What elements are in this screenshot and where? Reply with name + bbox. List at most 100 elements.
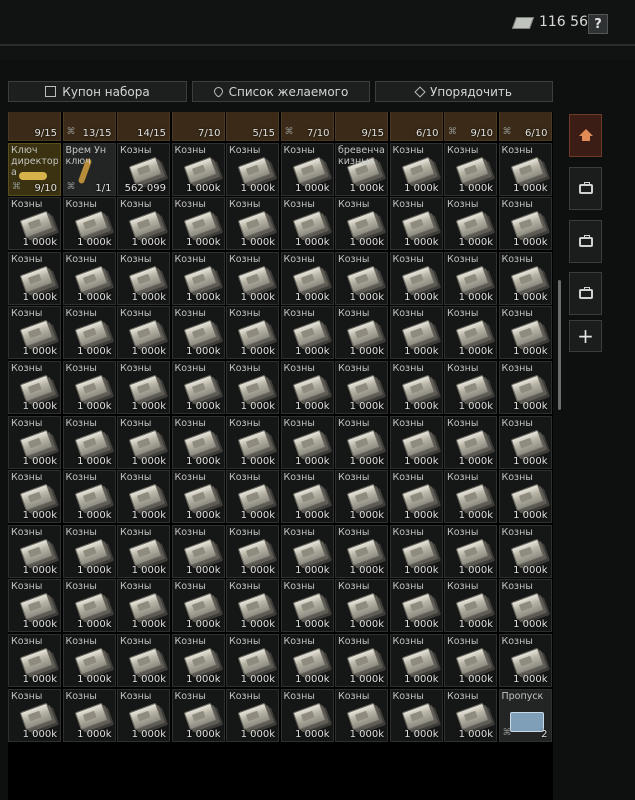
stash-item[interactable]: Козны 1 000k xyxy=(226,306,279,360)
stash-item[interactable]: комната⌘7/10 xyxy=(280,112,334,141)
stash-item[interactable]: 14/15 xyxy=(117,112,170,141)
stash-item[interactable]: Козны 1 000k xyxy=(444,415,497,469)
stash-item[interactable]: Козны 1 000k xyxy=(280,524,334,578)
stash-item[interactable]: Козны 1 000k xyxy=(498,579,552,633)
stash-item[interactable]: Козны 1 000k xyxy=(62,634,116,687)
stash-item[interactable]: Козны 1 000k xyxy=(280,688,334,742)
stash-item[interactable]: Козны 1 000k xyxy=(389,524,443,578)
stash-item[interactable]: Козны 1 000k xyxy=(280,251,334,305)
stash-item[interactable]: Козны 1 000k xyxy=(444,579,497,633)
stash-item[interactable]: Козны 1 000k xyxy=(226,415,279,469)
stash-item[interactable]: Козны 1 000k xyxy=(280,306,334,360)
stash-item[interactable]: Козны 1 000k xyxy=(8,470,61,524)
stash-item[interactable]: Козны 1 000k xyxy=(171,197,225,251)
stash-item[interactable]: Козны 1 000k xyxy=(62,579,116,633)
stash-item[interactable]: тои9/15 xyxy=(335,112,388,141)
stash-item[interactable]: Козны 1 000k xyxy=(226,197,279,251)
stash-item[interactable]: Козны 1 000k xyxy=(389,251,443,305)
stash-item[interactable]: 9/15 xyxy=(8,112,61,141)
stash-item[interactable]: Козны 1 000k xyxy=(389,306,443,360)
stash-item[interactable]: Козны 1 000k xyxy=(280,361,334,414)
stash-item[interactable]: Козны 1 000k xyxy=(8,251,61,305)
stash-item[interactable]: Козны 1 000k xyxy=(444,306,497,360)
stash-item[interactable]: Козны 1 000k xyxy=(8,579,61,633)
stash-item[interactable]: 5/15 xyxy=(226,112,279,141)
coupon-button[interactable]: Купон набора xyxy=(8,81,187,102)
stash-item[interactable]: Козны 1 000k xyxy=(8,524,61,578)
stash-item[interactable]: Козны 1 000k xyxy=(335,634,388,687)
stash-item[interactable]: ⌘ 6/10 xyxy=(498,112,552,141)
stash-scrollbar[interactable] xyxy=(558,280,561,410)
stash-item[interactable]: Козны 1 000k xyxy=(498,251,552,305)
stash-item[interactable]: Козны 1 000k xyxy=(62,470,116,524)
stash-item[interactable]: Козны 1 000k xyxy=(8,197,61,251)
stash-item[interactable]: Козны 1 000k xyxy=(335,688,388,742)
stash-item[interactable]: Козны 1 000k xyxy=(335,579,388,633)
stash-item[interactable]: Козны 1 000k xyxy=(498,415,552,469)
wishlist-button[interactable]: Список желаемого xyxy=(192,81,370,102)
stash-item[interactable]: Козны 1 000k xyxy=(117,470,170,524)
stash-item[interactable]: Козны 1 000k xyxy=(444,634,497,687)
stash-item[interactable]: 6/10 xyxy=(389,112,443,141)
stash-item[interactable]: Козны 1 000k xyxy=(62,197,116,251)
stash-item[interactable]: Козны 1 000k xyxy=(171,251,225,305)
stash-item[interactable]: Козны 1 000k xyxy=(444,470,497,524)
stash-item[interactable]: Козны 1 000k xyxy=(62,524,116,578)
stash-item[interactable]: Козны 1 000k xyxy=(171,688,225,742)
stash-item[interactable]: Козны 1 000k xyxy=(171,142,225,196)
stash-item[interactable]: Козны 1 000k xyxy=(117,688,170,742)
stash-grid[interactable]: 9/15⌘13/1514/15берегу7/105/15комната⌘7/1… xyxy=(8,112,553,800)
stash-item[interactable]: Козны 1 000k xyxy=(498,142,552,196)
stash-item[interactable]: Козны 1 000k xyxy=(117,361,170,414)
stash-item[interactable]: Козны 1 000k xyxy=(171,361,225,414)
stash-item[interactable]: Козны 1 000k xyxy=(389,197,443,251)
stash-item[interactable]: Ключ директор а ⌘ 9/10 xyxy=(8,142,61,196)
stash-item[interactable]: Козны 1 000k xyxy=(444,197,497,251)
stash-item[interactable]: Козны 1 000k xyxy=(444,251,497,305)
stash-item[interactable]: Козны 1 000k xyxy=(335,524,388,578)
stash-item[interactable]: Козны 1 000k xyxy=(335,197,388,251)
stash-item[interactable]: Козны 1 000k xyxy=(389,361,443,414)
sidebar-item-container-3[interactable] xyxy=(569,272,602,315)
stash-item[interactable]: Козны 1 000k xyxy=(117,251,170,305)
stash-item[interactable]: Козны 1 000k xyxy=(62,306,116,360)
stash-item[interactable]: Козны 1 000k xyxy=(226,251,279,305)
stash-item[interactable]: Козны 1 000k xyxy=(335,361,388,414)
stash-item[interactable]: Козны 1 000k xyxy=(226,361,279,414)
stash-item[interactable]: Козны 1 000k xyxy=(8,634,61,687)
stash-item[interactable]: Козны 1 000k xyxy=(389,415,443,469)
stash-item[interactable]: Козны 1 000k xyxy=(335,415,388,469)
stash-item[interactable]: Козны 1 000k xyxy=(389,470,443,524)
stash-item[interactable]: бревенча кизные 1 000k xyxy=(335,142,388,196)
stash-item[interactable]: Козны 1 000k xyxy=(498,197,552,251)
stash-item[interactable]: Козны 1 000k xyxy=(389,142,443,196)
stash-item[interactable]: Козны 1 000k xyxy=(498,634,552,687)
stash-item[interactable]: Козны 1 000k xyxy=(8,688,61,742)
stash-item[interactable]: Козны 1 000k xyxy=(280,579,334,633)
stash-item[interactable]: Козны 1 000k xyxy=(389,634,443,687)
stash-item[interactable]: Козны 1 000k xyxy=(171,470,225,524)
stash-item[interactable]: Козны 1 000k xyxy=(117,197,170,251)
stash-item[interactable]: Козны 562 099 xyxy=(117,142,170,196)
stash-item[interactable]: Козны 1 000k xyxy=(226,688,279,742)
stash-item[interactable]: Козны 1 000k xyxy=(117,306,170,360)
stash-item[interactable]: Козны 1 000k xyxy=(444,142,497,196)
stash-item[interactable]: Козны 1 000k xyxy=(280,142,334,196)
stash-item[interactable]: Козны 1 000k xyxy=(335,470,388,524)
stash-item[interactable]: Козны 1 000k xyxy=(280,470,334,524)
stash-item[interactable]: Козны 1 000k xyxy=(444,524,497,578)
stash-item[interactable]: Козны 1 000k xyxy=(444,361,497,414)
stash-item[interactable]: Козны 1 000k xyxy=(498,524,552,578)
sidebar-item-stash[interactable] xyxy=(569,114,602,157)
sidebar-item-container-2[interactable] xyxy=(569,220,602,263)
stash-item[interactable]: Козны 1 000k xyxy=(226,470,279,524)
stash-item[interactable]: Козны 1 000k xyxy=(171,306,225,360)
stash-item[interactable]: Козны 1 000k xyxy=(498,361,552,414)
stash-item[interactable]: ⌘ 13/15 xyxy=(62,112,116,141)
stash-item[interactable]: Козны 1 000k xyxy=(117,579,170,633)
stash-item[interactable]: Козны 1 000k xyxy=(280,197,334,251)
stash-item[interactable]: Козны 1 000k xyxy=(171,634,225,687)
stash-item[interactable]: Козны 1 000k xyxy=(8,306,61,360)
stash-item[interactable]: Козны 1 000k xyxy=(62,251,116,305)
stash-item[interactable]: Козны 1 000k xyxy=(226,524,279,578)
